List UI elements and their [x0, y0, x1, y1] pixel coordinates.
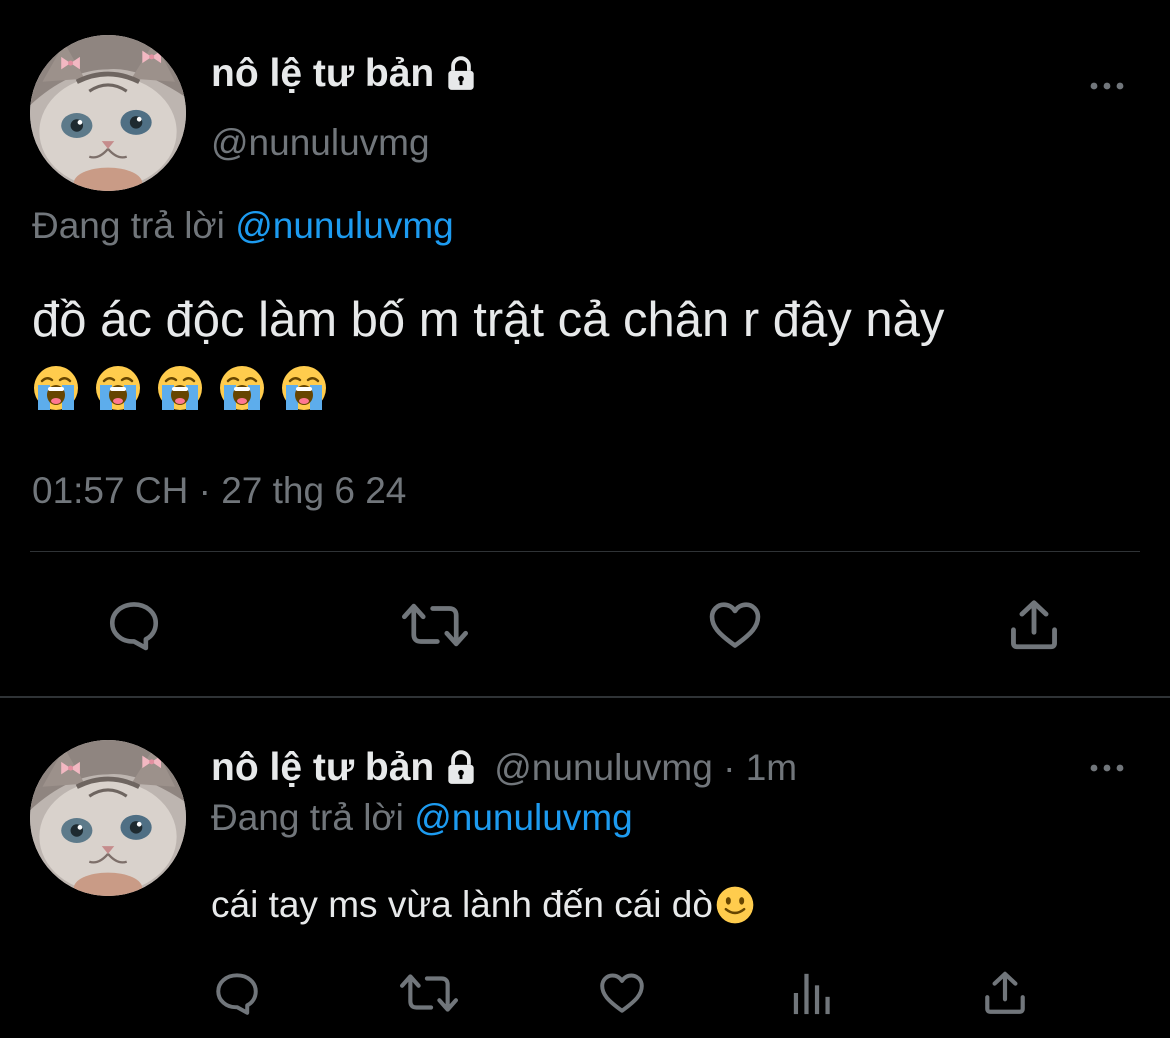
- more-icon[interactable]: [1087, 761, 1127, 775]
- replying-to-line: Đang trả lời @nunuluvmg: [32, 205, 454, 247]
- like-button[interactable]: [596, 968, 648, 1018]
- like-button[interactable]: [705, 596, 765, 654]
- reply-icon: [105, 596, 163, 654]
- reply-button[interactable]: [105, 596, 163, 654]
- like-icon: [705, 596, 765, 654]
- display-name[interactable]: nô lệ tư bản: [211, 746, 480, 790]
- share-button[interactable]: [1005, 596, 1063, 654]
- loudly-crying-face-emoji: [94, 364, 142, 412]
- tweet-timestamp[interactable]: 01:57 CH · 27 thg 6 24: [32, 470, 406, 512]
- share-icon: [980, 968, 1030, 1018]
- display-name-text: nô lệ tư bản: [211, 746, 435, 789]
- replying-to-label: Đang trả lời: [32, 205, 225, 246]
- share-icon: [1005, 596, 1063, 654]
- avatar[interactable]: [30, 740, 186, 896]
- loudly-crying-face-emoji: [218, 364, 266, 412]
- loudly-crying-face-emoji: [280, 364, 328, 412]
- replying-to-mention[interactable]: @nunuluvmg: [414, 797, 633, 838]
- replying-to-mention[interactable]: @nunuluvmg: [235, 205, 454, 246]
- like-icon: [596, 968, 648, 1018]
- avatar-cat-image: [30, 35, 186, 191]
- tweet-text: đồ ác độc làm bố m trật cả chân r đây nà…: [32, 293, 945, 347]
- user-handle[interactable]: @nunuluvmg: [211, 122, 430, 164]
- more-icon[interactable]: [1087, 79, 1127, 93]
- slightly-smiling-face-emoji: [715, 885, 755, 925]
- retweet-button[interactable]: [402, 596, 468, 654]
- share-button[interactable]: [980, 968, 1030, 1018]
- lock-icon: [442, 55, 480, 93]
- avatar-cat-image: [30, 740, 186, 896]
- avatar[interactable]: [30, 35, 186, 191]
- divider: [30, 551, 1140, 552]
- reply-icon: [212, 968, 262, 1018]
- loudly-crying-face-emoji: [156, 364, 204, 412]
- lock-icon: [442, 749, 480, 787]
- display-name[interactable]: nô lệ tư bản: [211, 52, 480, 96]
- user-handle-and-time[interactable]: @nunuluvmg · 1m: [494, 747, 797, 789]
- main-tweet: nô lệ tư bản @nunuluvmg Đang trả lời @nu…: [0, 0, 1170, 696]
- tweet-text-line: cái tay ms vừa lành đến cái dò: [211, 880, 755, 930]
- display-name-text: nô lệ tư bản: [211, 52, 435, 95]
- divider: [0, 696, 1170, 698]
- retweet-icon: [402, 596, 468, 654]
- views-button[interactable]: [791, 970, 835, 1016]
- reply-button[interactable]: [212, 968, 262, 1018]
- loudly-crying-face-emoji: [32, 364, 80, 412]
- retweet-icon: [400, 968, 458, 1018]
- views-icon: [791, 970, 835, 1016]
- reply-tweet-header: nô lệ tư bản @nunuluvmg · 1m: [211, 746, 797, 790]
- tweet-text: cái tay ms vừa lành đến cái dò: [211, 884, 713, 925]
- replying-to-line: Đang trả lời @nunuluvmg: [211, 797, 633, 839]
- replying-to-label: Đang trả lời: [211, 797, 404, 838]
- retweet-button[interactable]: [400, 968, 458, 1018]
- emoji-row: [32, 364, 328, 412]
